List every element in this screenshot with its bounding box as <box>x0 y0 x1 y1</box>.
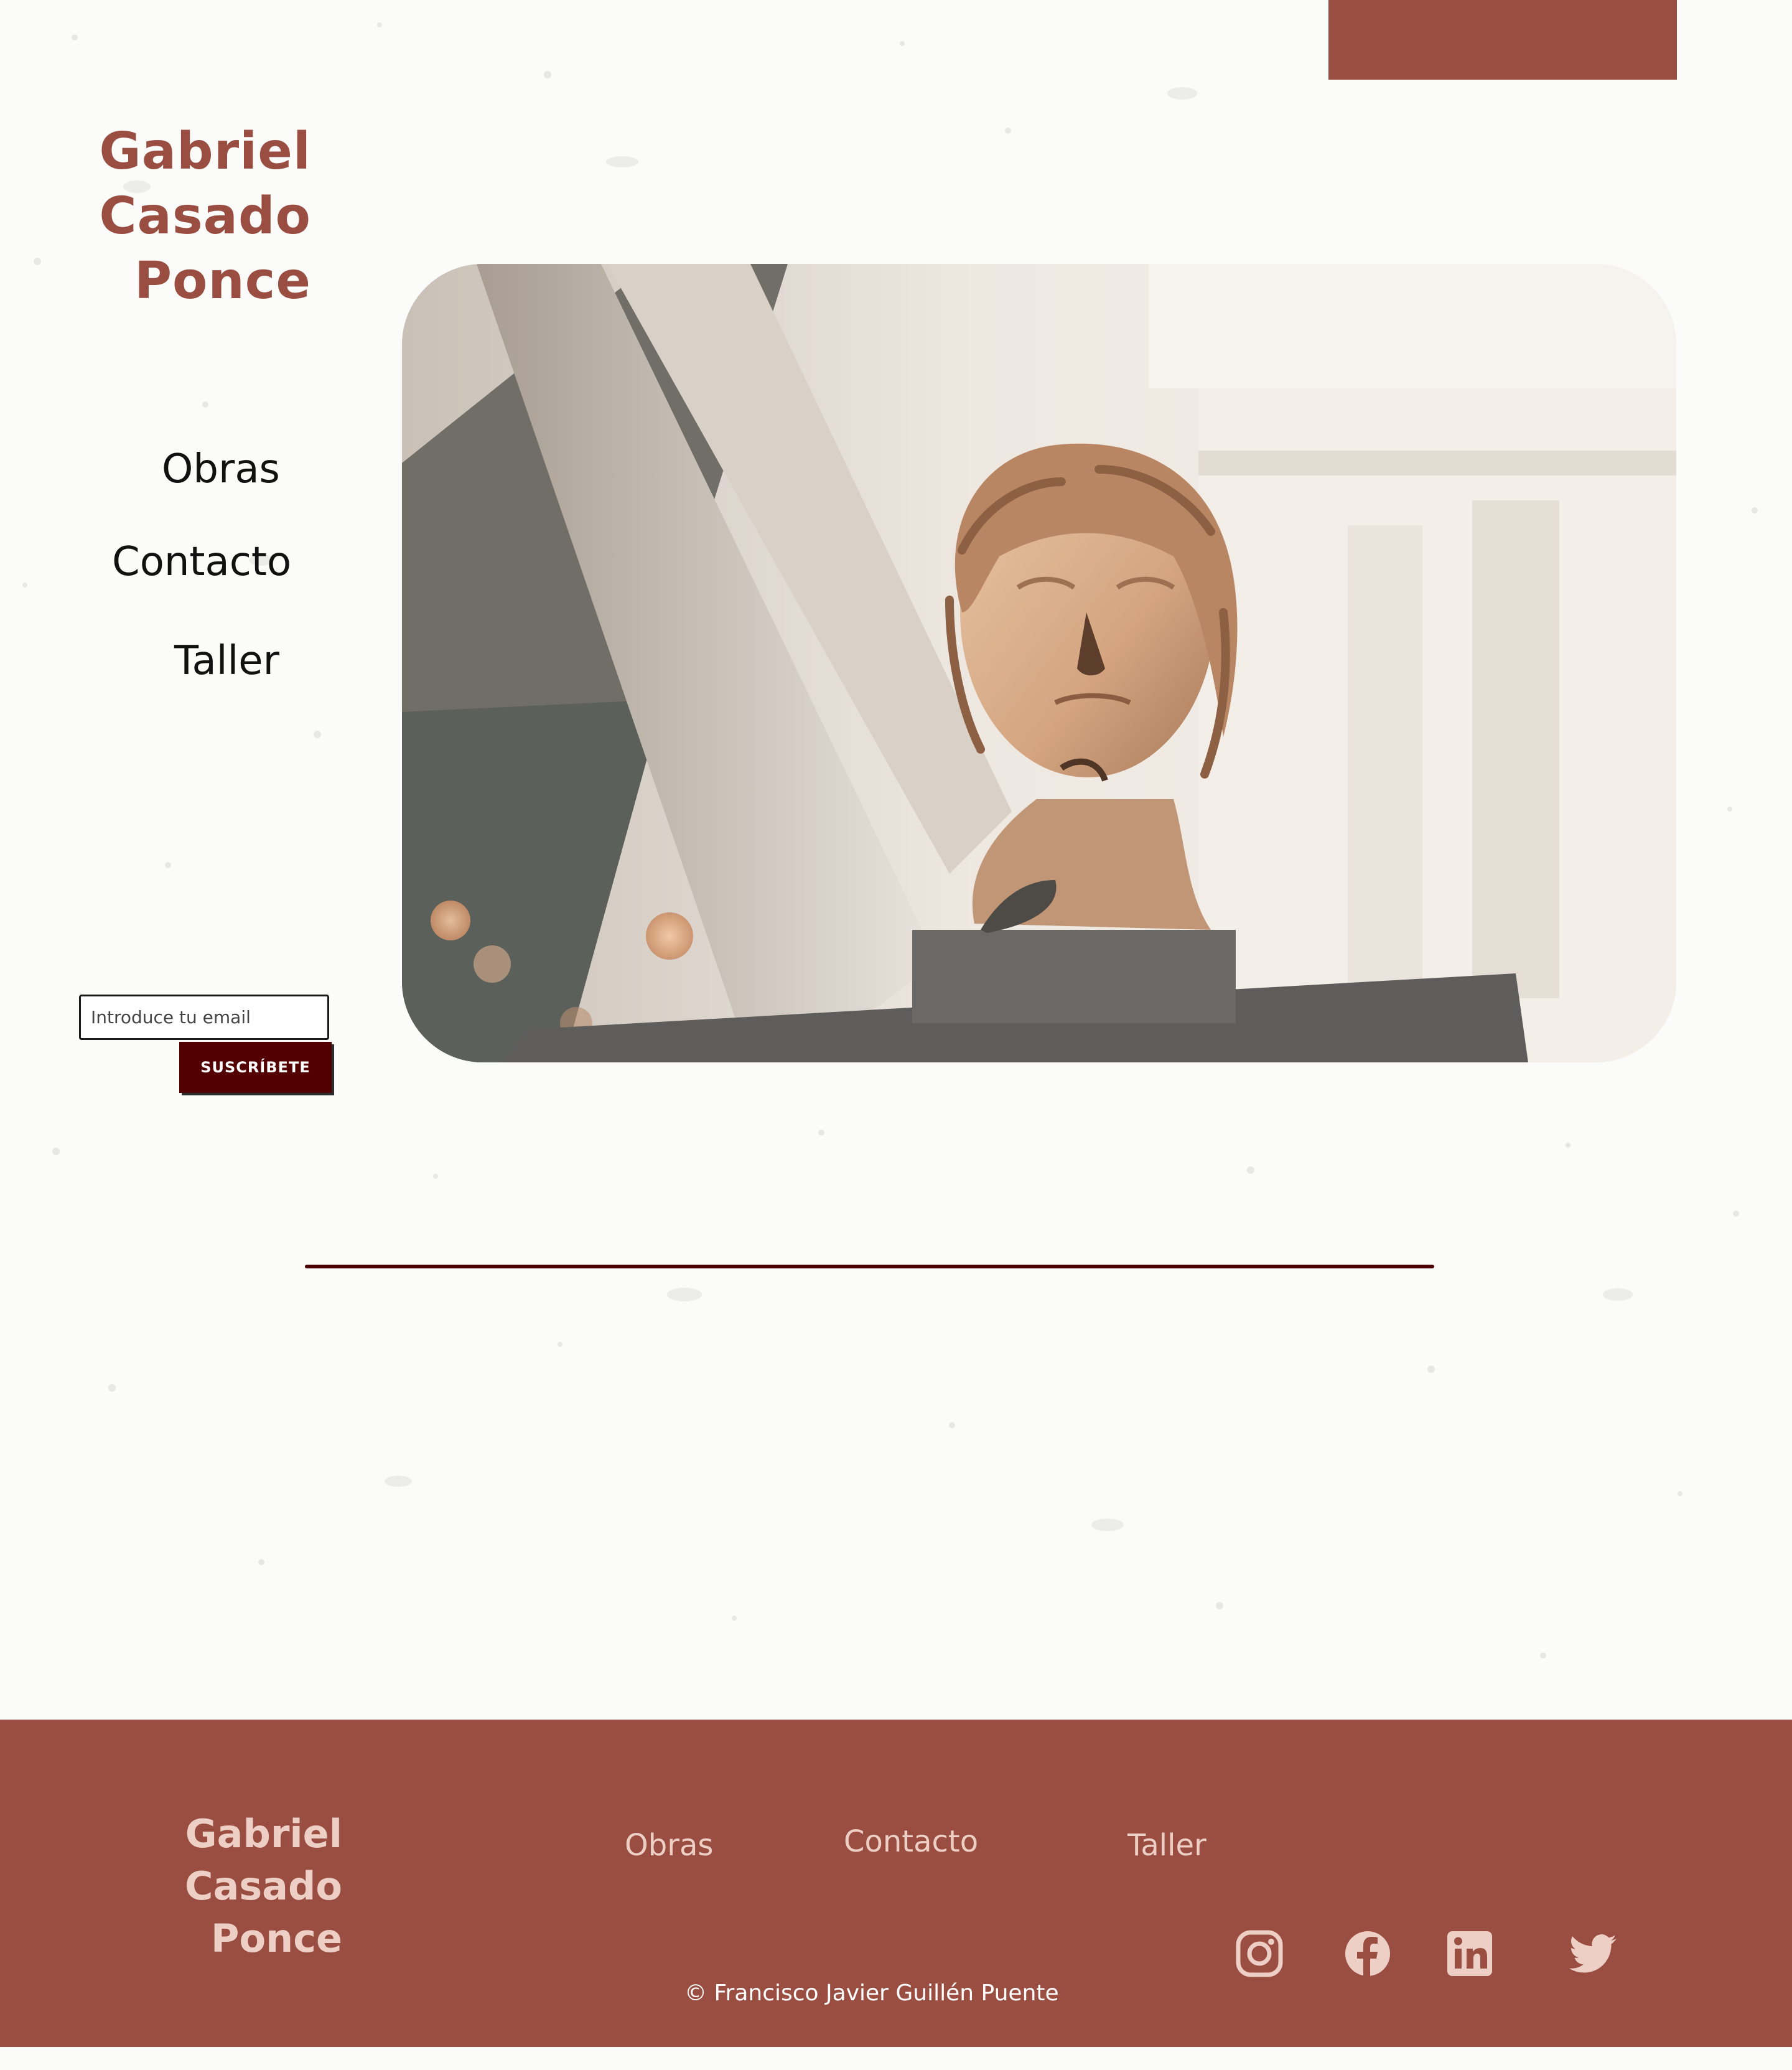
brand-line-2: Casado <box>99 187 311 246</box>
nav-link-taller[interactable]: Taller <box>174 636 279 686</box>
footer-brand-line-3: Ponce <box>211 1916 342 1961</box>
header-accent-bar <box>1328 0 1677 80</box>
footer-brand-line-2: Casado <box>184 1863 342 1909</box>
site-logo-title[interactable]: Gabriel Casado Ponce <box>93 119 311 314</box>
nav-link-obras[interactable]: Obras <box>162 444 280 494</box>
footer-link-obras[interactable]: Obras <box>625 1827 713 1864</box>
email-input[interactable] <box>79 995 329 1040</box>
nav-link-contacto[interactable]: Contacto <box>112 537 291 587</box>
footer-brand[interactable]: Gabriel Casado Ponce <box>143 1808 342 1965</box>
brand-line-3: Ponce <box>134 251 311 311</box>
site-footer: Gabriel Casado Ponce Obras Contacto Tall… <box>0 1720 1792 2047</box>
hero-image <box>402 264 1676 1062</box>
facebook-icon[interactable] <box>1342 1927 1394 1980</box>
footer-link-taller[interactable]: Taller <box>1127 1827 1206 1864</box>
linkedin-icon[interactable] <box>1444 1927 1496 1980</box>
footer-brand-line-1: Gabriel <box>185 1811 342 1857</box>
instagram-icon[interactable] <box>1233 1927 1286 1980</box>
copyright-text: © Francisco Javier Guillén Puente <box>684 1980 1059 2006</box>
footer-link-contacto[interactable]: Contacto <box>844 1823 978 1860</box>
section-divider <box>305 1265 1434 1268</box>
marble-bust-photo <box>402 264 1676 1062</box>
twitter-icon[interactable] <box>1567 1927 1619 1980</box>
brand-line-1: Gabriel <box>99 122 311 181</box>
subscribe-button[interactable]: SUSCRÍBETE <box>179 1042 332 1093</box>
